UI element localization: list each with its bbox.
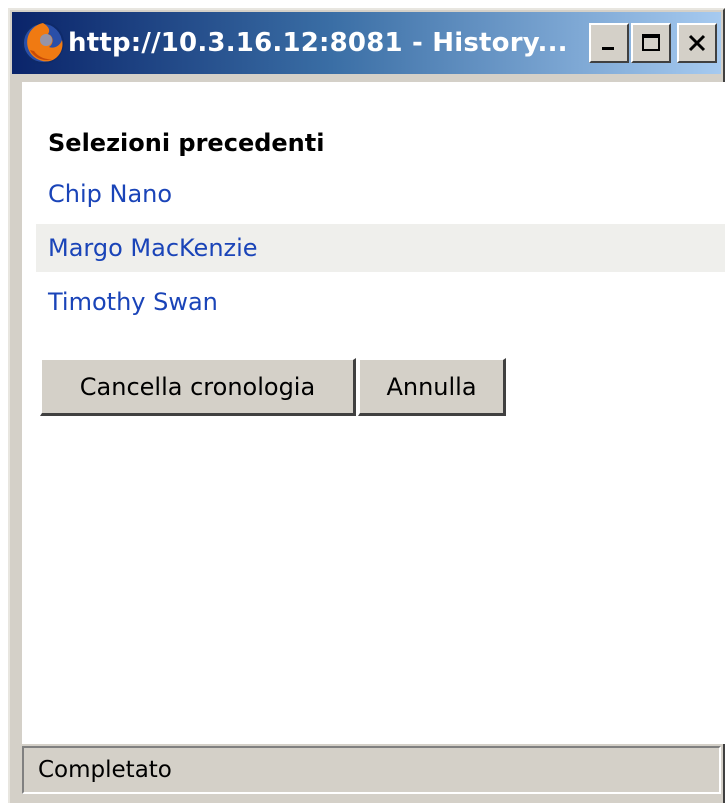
action-buttons: Cancella cronologia Annulla — [40, 358, 508, 416]
window-title: http://10.3.16.12:8081 - History... — [68, 28, 568, 58]
content-area: Selezioni precedenti Chip Nano Margo Mac… — [22, 82, 725, 744]
minimize-icon — [602, 47, 614, 50]
cancel-button[interactable]: Annulla — [358, 358, 506, 416]
firefox-icon — [22, 22, 64, 64]
window-controls — [587, 23, 717, 63]
history-item-chip-nano[interactable]: Chip Nano — [36, 170, 725, 218]
history-list: Chip Nano Margo MacKenzie Timothy Swan — [36, 170, 725, 332]
history-heading: Selezioni precedenti — [48, 129, 325, 157]
title-bar[interactable]: http://10.3.16.12:8081 - History... — [12, 12, 721, 74]
status-text: Completato — [38, 757, 172, 783]
close-button[interactable] — [677, 23, 717, 63]
close-icon — [688, 34, 706, 52]
status-bar: Completato — [22, 746, 721, 794]
history-item-margo-mackenzie[interactable]: Margo MacKenzie — [36, 224, 725, 272]
minimize-button[interactable] — [589, 23, 629, 63]
history-item-timothy-swan[interactable]: Timothy Swan — [36, 278, 725, 326]
maximize-button[interactable] — [631, 23, 671, 63]
maximize-icon — [642, 34, 660, 51]
browser-popup-window: http://10.3.16.12:8081 - History... Sele… — [8, 8, 725, 803]
clear-history-button[interactable]: Cancella cronologia — [40, 358, 356, 416]
